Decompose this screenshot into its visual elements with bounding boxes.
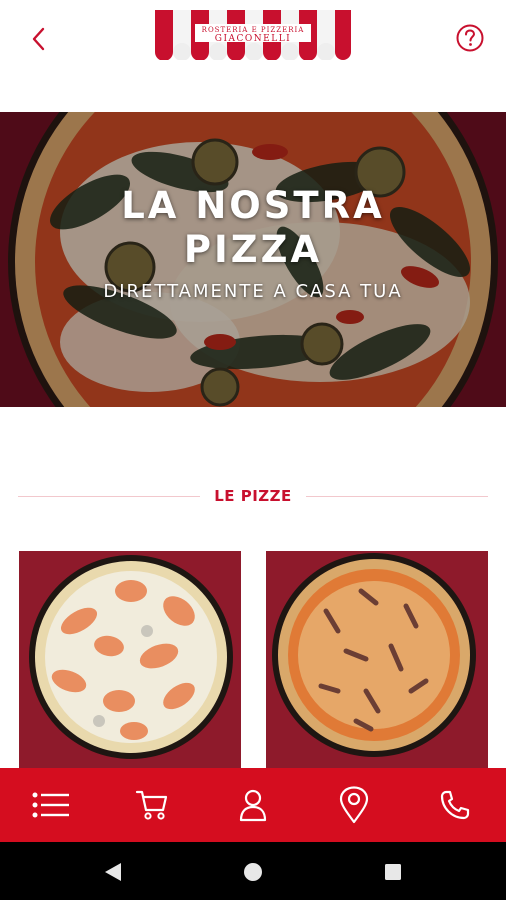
phone-icon: [441, 790, 470, 820]
pizza-card[interactable]: [19, 551, 241, 769]
nav-account[interactable]: [202, 768, 303, 842]
home-circle-icon: [244, 863, 262, 881]
system-navigation-bar: [0, 842, 506, 900]
question-circle-icon: [456, 24, 484, 52]
system-back-button[interactable]: [101, 860, 125, 884]
mushroom-ham-pizza-photo: [266, 551, 488, 769]
menu-list-icon: [32, 792, 69, 818]
divider-right: [306, 496, 488, 497]
hero-title-line1: LA NOSTRA: [121, 184, 385, 227]
nav-menu[interactable]: [0, 768, 101, 842]
bottom-nav: [0, 768, 506, 842]
hero-subtitle: DIRETTAMENTE A CASA TUA: [103, 281, 403, 302]
cart-icon: [135, 790, 167, 820]
salmon-pizza-photo: [19, 551, 241, 769]
restaurant-logo: ROSTERIA E PIZZERIA GIACONELLI: [155, 10, 351, 60]
section-header: LE PIZZE: [18, 486, 488, 506]
chevron-left-icon: [32, 27, 45, 51]
help-button[interactable]: [454, 22, 486, 54]
hero-title-line2: PIZZA: [183, 228, 323, 271]
user-icon: [239, 789, 267, 822]
system-recents-button[interactable]: [381, 860, 405, 884]
back-triangle-icon: [105, 863, 121, 881]
hero-banner: LA NOSTRA PIZZA DIRETTAMENTE A CASA TUA: [0, 112, 506, 407]
back-button[interactable]: [22, 22, 56, 56]
app-header: ROSTERIA E PIZZERIA GIACONELLI: [0, 0, 506, 80]
nav-location[interactable]: [304, 768, 405, 842]
logo-line2: GIACONELLI: [214, 34, 292, 44]
map-pin-icon: [340, 786, 369, 824]
system-home-button[interactable]: [241, 860, 265, 884]
nav-phone[interactable]: [405, 768, 506, 842]
pizza-card[interactable]: [266, 551, 488, 769]
logo-line1: ROSTERIA E PIZZERIA: [201, 26, 305, 34]
recents-square-icon: [385, 864, 401, 880]
nav-cart[interactable]: [101, 768, 202, 842]
